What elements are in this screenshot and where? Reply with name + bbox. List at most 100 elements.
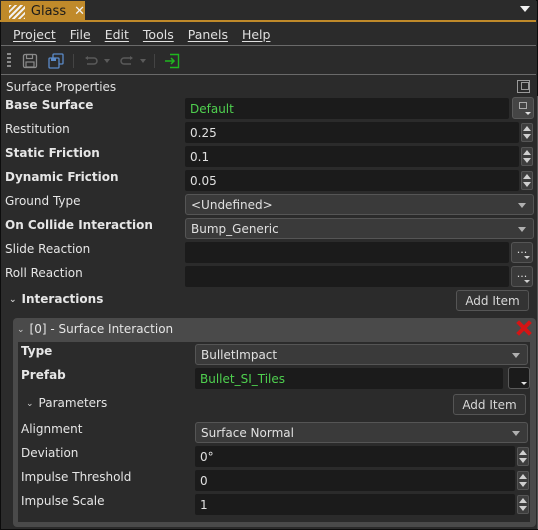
asset-picker-icon [519, 102, 527, 109]
redo-icon [120, 55, 133, 65]
ground-type-value: <Undefined> [191, 197, 273, 212]
tab-list-dropdown-icon[interactable] [520, 6, 530, 12]
toolbar [1, 47, 536, 75]
deviation-spinner[interactable] [517, 447, 529, 466]
menu-file[interactable]: File [70, 27, 91, 42]
restitution-spinner[interactable] [521, 123, 533, 142]
menu-tools[interactable]: Tools [143, 27, 174, 42]
undo-dropdown-icon[interactable] [104, 58, 110, 63]
slide-reaction-label: Slide Reaction [5, 242, 91, 256]
static-friction-spinner[interactable] [521, 147, 533, 166]
impulse-threshold-spinner[interactable] [517, 471, 529, 490]
prefab-picker-button[interactable] [508, 367, 530, 389]
ground-type-dropdown[interactable]: <Undefined> [185, 194, 534, 215]
property-on-collide-interaction: On Collide Interaction Bump_Generic [1, 216, 536, 240]
chevron-down-icon [512, 353, 520, 358]
redo-dropdown-icon[interactable] [140, 58, 146, 63]
property-ground-type: Ground Type <Undefined> [1, 192, 536, 216]
interaction-item-title: [0] - Surface Interaction [29, 322, 174, 336]
menu-edit[interactable]: Edit [105, 27, 129, 42]
alignment-value: Surface Normal [201, 425, 294, 440]
add-parameter-button[interactable]: Add Item [453, 394, 526, 415]
alignment-dropdown[interactable]: Surface Normal [195, 422, 528, 443]
redo-button[interactable] [118, 52, 136, 70]
tab-strip: Glass ✕ [0, 0, 536, 22]
type-value: BulletImpact [201, 347, 278, 362]
property-impulse-threshold: Impulse Threshold 0 [18, 468, 530, 492]
restitution-label: Restitution [5, 122, 70, 136]
glass-texture-icon [9, 4, 25, 19]
panel-header: Surface Properties [1, 77, 536, 96]
base-surface-field[interactable]: Default [185, 98, 509, 119]
impulse-scale-label: Impulse Scale [21, 494, 105, 508]
on-collide-dropdown[interactable]: Bump_Generic [185, 218, 534, 239]
chevron-down-icon: ⌄ [26, 399, 34, 409]
on-collide-value: Bump_Generic [191, 221, 279, 236]
save-icon [22, 53, 38, 68]
chevron-down-icon [518, 227, 526, 232]
parameters-header: ⌄ Parameters Add Item [18, 390, 530, 415]
static-friction-label: Static Friction [5, 146, 100, 160]
panel-title: Surface Properties [6, 79, 117, 94]
interaction-item-body: Type BulletImpact Prefab Bullet_SI_Tiles… [18, 342, 530, 522]
type-dropdown[interactable]: BulletImpact [195, 344, 528, 365]
chevron-down-icon: ⌄ [9, 295, 17, 305]
slide-reaction-browse-button[interactable]: ... [511, 242, 533, 263]
menu-panels[interactable]: Panels [188, 27, 228, 42]
property-restitution: Restitution 0.25 [1, 120, 536, 144]
exit-button[interactable] [163, 52, 181, 70]
save-button[interactable] [21, 52, 39, 70]
property-alignment: Alignment Surface Normal [18, 420, 530, 444]
parameters-toggle[interactable]: ⌄ Parameters [26, 396, 107, 410]
deviation-label: Deviation [21, 446, 79, 460]
property-impulse-scale: Impulse Scale 1 [18, 492, 530, 516]
menu-project[interactable]: Project [13, 27, 56, 42]
roll-reaction-browse-button[interactable]: ... [511, 266, 533, 287]
slide-reaction-field[interactable] [185, 242, 509, 263]
dynamic-friction-input[interactable]: 0.05 [185, 170, 519, 191]
chevron-down-icon [512, 431, 520, 436]
tab-glass[interactable]: Glass ✕ [1, 1, 85, 22]
property-type: Type BulletImpact [18, 342, 530, 366]
undo-icon [85, 55, 98, 65]
deviation-input[interactable]: 0° [195, 446, 515, 467]
add-interaction-button[interactable]: Add Item [456, 290, 529, 311]
property-deviation: Deviation 0° [18, 444, 530, 468]
toolbar-separator [154, 53, 155, 68]
prefab-label: Prefab [21, 368, 66, 382]
toolbar-grip[interactable] [7, 52, 11, 69]
property-dynamic-friction: Dynamic Friction 0.05 [1, 168, 536, 192]
delete-icon[interactable] [516, 320, 532, 336]
interaction-item-toggle[interactable]: ⌄ [0] - Surface Interaction [17, 322, 173, 336]
roll-reaction-field[interactable] [185, 266, 509, 287]
close-icon[interactable]: ✕ [74, 4, 85, 19]
impulse-scale-spinner[interactable] [517, 495, 529, 514]
property-roll-reaction: Roll Reaction ... [1, 264, 536, 288]
exit-icon [165, 53, 180, 68]
undo-button[interactable] [82, 52, 100, 70]
menu-bar: Project File Edit Tools Panels Help [1, 24, 536, 46]
popout-icon[interactable] [517, 80, 530, 93]
property-static-friction: Static Friction 0.1 [1, 144, 536, 168]
property-base-surface: Base Surface Default [1, 96, 536, 120]
static-friction-input[interactable]: 0.1 [185, 146, 519, 167]
alignment-label: Alignment [21, 422, 83, 436]
property-prefab: Prefab Bullet_SI_Tiles [18, 366, 530, 390]
impulse-threshold-input[interactable]: 0 [195, 470, 515, 491]
ground-type-label: Ground Type [5, 194, 81, 208]
tab-title: Glass [30, 4, 67, 19]
dynamic-friction-label: Dynamic Friction [5, 170, 119, 184]
interaction-item: ⌄ [0] - Surface Interaction Type BulletIm… [13, 318, 536, 527]
interactions-toggle[interactable]: ⌄ Interactions [9, 292, 103, 306]
prefab-field[interactable]: Bullet_SI_Tiles [195, 368, 503, 389]
impulse-threshold-label: Impulse Threshold [21, 470, 132, 484]
save-all-button[interactable] [47, 52, 65, 70]
restitution-input[interactable]: 0.25 [185, 122, 519, 143]
menu-help[interactable]: Help [242, 27, 271, 42]
asset-picker-button[interactable] [512, 97, 534, 119]
impulse-scale-input[interactable]: 1 [195, 494, 515, 515]
parameters-label: Parameters [38, 396, 108, 410]
chevron-down-icon: ⌄ [17, 325, 25, 335]
dynamic-friction-spinner[interactable] [521, 171, 533, 190]
surface-properties-panel: Base Surface Default Restitution 0.25 St… [1, 96, 536, 529]
